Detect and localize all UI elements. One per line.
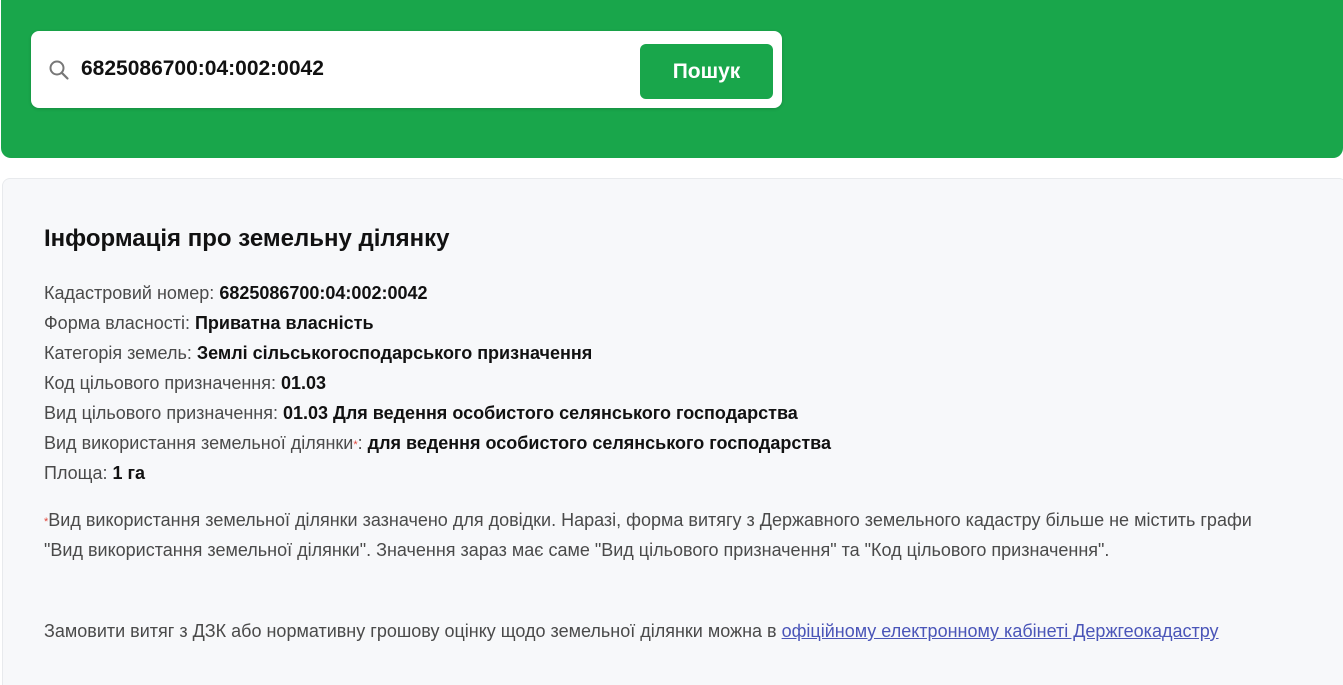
- search-box: Пошук: [31, 31, 782, 108]
- info-value: 01.03 Для ведення особистого селянського…: [282, 403, 798, 423]
- info-row-ownership-form: Форма власності: Приватна власність: [44, 308, 831, 338]
- info-row-usage-type: Вид використання земельної ділянки*: для…: [44, 428, 831, 458]
- info-value: 01.03: [281, 373, 327, 393]
- info-title: Інформація про земельну ділянку: [44, 225, 450, 252]
- footnote-marker: *: [44, 516, 49, 528]
- footnote-text: Вид використання земельної ділянки зазна…: [44, 510, 1252, 560]
- info-value: Землі сільськогосподарського призначення: [196, 343, 593, 363]
- info-row-purpose-type: Вид цільового призначення: 01.03 Для вед…: [44, 398, 831, 428]
- footnote: *Вид використання земельної ділянки зазн…: [44, 505, 1274, 565]
- info-label: Код цільового призначення:: [44, 373, 276, 393]
- info-label: Категорія земель:: [44, 343, 192, 363]
- order-extract-text: Замовити витяг з ДЗК або нормативну грош…: [44, 616, 1274, 646]
- info-row-area: Площа: 1 га: [44, 458, 831, 488]
- info-value: для ведення особистого селянського госпо…: [367, 433, 831, 453]
- info-label: Кадастровий номер:: [44, 283, 215, 303]
- info-label-suffix: :: [357, 433, 363, 453]
- official-cabinet-link[interactable]: офіційному електронному кабінеті Держгео…: [782, 621, 1219, 641]
- search-input[interactable]: [81, 49, 621, 89]
- info-row-cadastral-number: Кадастровий номер: 6825086700:04:002:004…: [44, 278, 831, 308]
- info-list: Кадастровий номер: 6825086700:04:002:004…: [44, 278, 831, 488]
- info-value: Приватна власність: [194, 313, 374, 333]
- info-label: Вид використання земельної ділянки: [44, 433, 354, 453]
- info-label: Вид цільового призначення:: [44, 403, 278, 423]
- info-card: Інформація про земельну ділянку Кадастро…: [2, 178, 1343, 685]
- search-banner: Пошук: [1, 0, 1343, 158]
- info-value: 6825086700:04:002:0042: [219, 283, 428, 303]
- footnote-marker: *: [353, 439, 358, 451]
- info-label: Площа:: [44, 463, 108, 483]
- search-button[interactable]: Пошук: [640, 44, 773, 99]
- order-text: Замовити витяг з ДЗК або нормативну грош…: [44, 621, 777, 641]
- info-row-purpose-code: Код цільового призначення: 01.03: [44, 368, 831, 398]
- info-row-land-category: Категорія земель: Землі сільськогосподар…: [44, 338, 831, 368]
- info-label: Форма власності:: [44, 313, 190, 333]
- info-value: 1 га: [112, 463, 146, 483]
- search-icon: [47, 58, 71, 82]
